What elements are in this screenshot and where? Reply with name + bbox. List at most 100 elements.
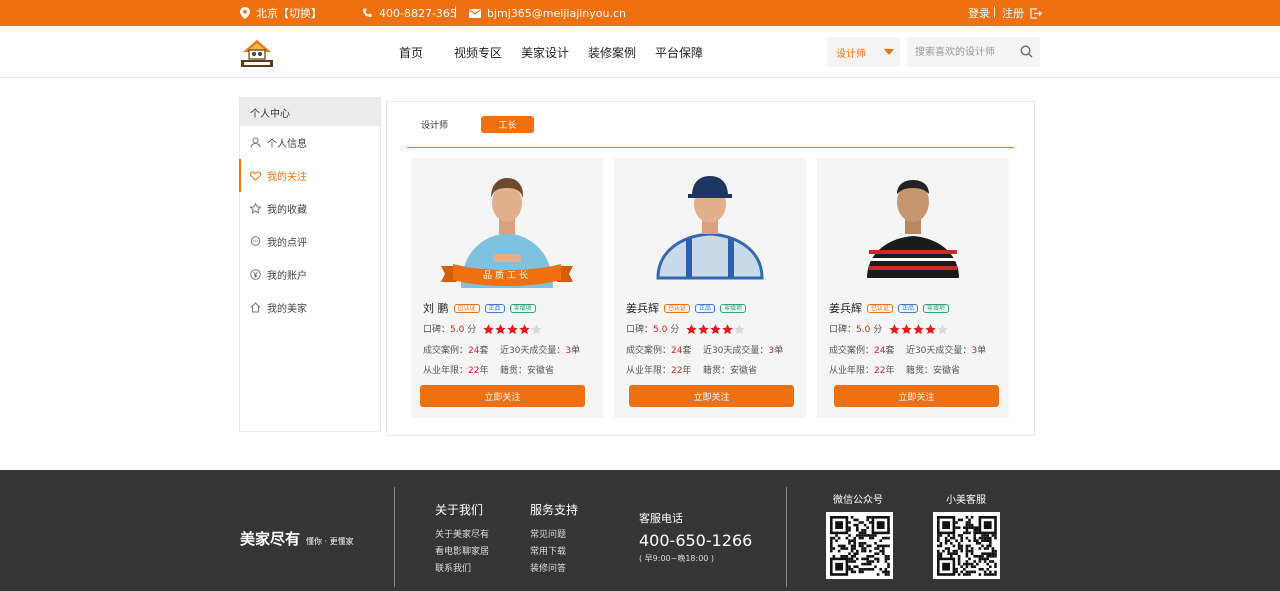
foreman-card: 品质工长 刘 鹏 已认证 正品 零增项 口碑：5.0 分 成交案例：24套 近3… (411, 158, 603, 418)
star-icon (734, 324, 745, 335)
rating-unit: 分 (670, 325, 680, 335)
rating-line: 口碑：5.0 分 (423, 322, 542, 335)
follow-button[interactable]: 立即关注 (420, 385, 585, 407)
footer-service-title: 服务支持 (530, 503, 579, 517)
qr-code-icon (830, 516, 890, 576)
star-icon (913, 324, 924, 335)
divider (786, 487, 787, 587)
stats-line: 成交案例：24套 近30天成交量：3单 (829, 343, 986, 356)
star-rating (483, 324, 542, 335)
footer-link[interactable]: 常见问题 (530, 527, 578, 540)
footer-link[interactable]: 关于美家尽有 (435, 527, 489, 540)
wechat-qr-code (826, 512, 893, 579)
footer-slogan: 懂你 · 更懂家 (306, 537, 354, 546)
city-switch[interactable]: 北京【切换】 (240, 0, 322, 26)
nav-home[interactable]: 首页 (399, 44, 423, 61)
star-rating (889, 324, 948, 335)
sidebar-item-label: 我的收藏 (267, 205, 307, 216)
divider (394, 487, 395, 587)
foreman-name-text: 刘 鹏 (423, 302, 449, 315)
star-icon (722, 324, 733, 335)
nav-guarantee[interactable]: 平台保障 (655, 44, 703, 61)
genuine-badge: 正品 (484, 303, 505, 313)
no-extra-badge: 零增项 (720, 303, 747, 313)
cases-value: 24 (671, 346, 683, 356)
origin-label: 籍贯： (905, 366, 933, 376)
rating-line: 口碑：5.0 分 (626, 322, 745, 335)
verified-badge: 已认证 (664, 303, 691, 313)
info-line: 从业年限：22年 籍贯：安徽省 (423, 363, 554, 376)
foreman-card: 姜兵辉 已认证 正品 零增项 口碑：5.0 分 成交案例：24套 近30天成交量… (614, 158, 806, 418)
sidebar-item-reviews[interactable]: 我的点评 (240, 225, 380, 258)
star-icon (531, 324, 542, 335)
foreman-name-text: 姜兵辉 (829, 302, 862, 315)
footer-link[interactable]: 装修问答 (530, 561, 578, 574)
star-icon (710, 324, 721, 335)
rating-unit: 分 (873, 325, 883, 335)
hotline-label: 客服电话 (639, 512, 683, 525)
search-type-select[interactable]: 设计师 (827, 37, 900, 67)
home-icon (250, 302, 261, 313)
follow-button[interactable]: 立即关注 (629, 385, 794, 407)
nav-cases[interactable]: 装修案例 (588, 44, 636, 61)
star-icon (483, 324, 494, 335)
rating-value: 5.0 (856, 325, 871, 335)
star-icon (889, 324, 900, 335)
years-label: 从业年限： (626, 366, 672, 376)
star-icon (925, 324, 936, 335)
phone-number: 400-8827-365 (379, 6, 457, 20)
star-icon (507, 324, 518, 335)
user-icon (250, 137, 261, 148)
footer-link[interactable]: 联系我们 (435, 561, 489, 574)
footer-brand: 美家尽有 懂你 · 更懂家 (240, 528, 354, 549)
tab-foreman[interactable]: 工长 (481, 116, 534, 133)
cases-label: 成交案例： (423, 346, 469, 356)
deals-unit: 单 (774, 346, 784, 356)
search-input[interactable] (907, 37, 1017, 67)
sidebar-item-profile[interactable]: 个人信息 (240, 126, 380, 159)
email-info: bjmj365@meijiajinyou.cn (469, 0, 626, 26)
sidebar-item-follow[interactable]: 我的关注 (239, 159, 380, 192)
sidebar-item-account[interactable]: 我的账户 (240, 258, 380, 291)
star-icon (901, 324, 912, 335)
search-icon[interactable] (1020, 45, 1033, 58)
foreman-name: 姜兵辉 已认证 正品 零增项 (626, 300, 747, 316)
star-icon (686, 324, 697, 335)
sidebar-item-favorites[interactable]: 我的收藏 (240, 192, 380, 225)
main-header: 首页 视频专区 美家设计 装修案例 平台保障 设计师 (0, 26, 1280, 78)
follow-button[interactable]: 立即关注 (834, 385, 999, 407)
footer-link[interactable]: 常用下载 (530, 544, 578, 557)
years-value: 22 (874, 366, 886, 376)
rating-label: 口碑： (829, 325, 857, 335)
footer-about-title: 关于我们 (435, 503, 484, 517)
caret-down-icon (884, 49, 894, 55)
select-value: 设计师 (836, 48, 866, 60)
sidebar-item-home[interactable]: 我的美家 (240, 291, 380, 324)
register-link[interactable]: 注册 (1002, 0, 1042, 26)
cases-value: 24 (468, 346, 480, 356)
foreman-photo (656, 176, 764, 280)
verified-badge: 已认证 (453, 303, 480, 313)
rating-unit: 分 (467, 325, 477, 335)
info-line: 从业年限：22年 籍贯：安徽省 (626, 363, 757, 376)
sidebar-item-label: 个人信息 (267, 139, 307, 150)
divider (994, 6, 995, 18)
footer-link[interactable]: 看电影聊家居 (435, 544, 489, 557)
years-label: 从业年限： (829, 366, 875, 376)
login-link[interactable]: 登录 (968, 0, 990, 26)
qr-code-icon (937, 516, 997, 576)
cases-label: 成交案例： (626, 346, 672, 356)
sidebar-item-label: 我的账户 (267, 271, 307, 282)
nav-design[interactable]: 美家设计 (521, 44, 569, 61)
cases-value: 24 (874, 346, 886, 356)
stats-line: 成交案例：24套 近30天成交量：3单 (423, 343, 580, 356)
site-footer: 美家尽有 懂你 · 更懂家 关于我们 关于美家尽有 看电影聊家居 联系我们 服务… (0, 470, 1280, 591)
footer-logo-text: 美家尽有 (240, 530, 301, 548)
deals-unit: 单 (977, 346, 987, 356)
nav-video[interactable]: 视频专区 (454, 44, 502, 61)
tab-designer[interactable]: 设计师 (407, 116, 462, 133)
site-logo[interactable] (240, 36, 274, 70)
quality-ribbon: 品质工长 (441, 264, 573, 286)
hotline-number: 400-650-1266 (639, 531, 753, 550)
logo-icon (241, 40, 273, 67)
